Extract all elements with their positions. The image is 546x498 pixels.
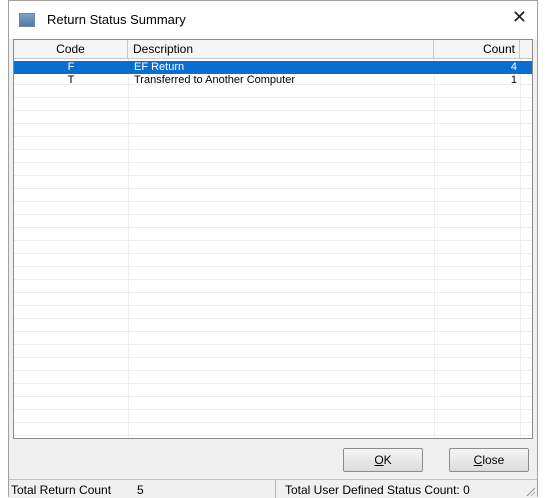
grid-lines xyxy=(14,59,532,438)
column-divider xyxy=(520,59,521,438)
column-header-count[interactable]: Count xyxy=(434,40,520,58)
total-return-count-value: 5 xyxy=(137,483,144,497)
table-row[interactable]: F EF Return 4 xyxy=(14,61,532,74)
column-divider xyxy=(434,59,435,438)
return-status-summary-dialog: Return Status Summary ✕ Code Description… xyxy=(8,0,538,498)
ok-button[interactable]: OK xyxy=(343,448,423,472)
cell-code: T xyxy=(67,74,75,86)
close-icon[interactable]: ✕ xyxy=(512,9,527,27)
title-bar[interactable]: Return Status Summary ✕ xyxy=(9,1,537,39)
column-header-filler xyxy=(520,40,532,58)
column-header-code[interactable]: Code xyxy=(14,40,128,58)
cell-count: 4 xyxy=(510,61,517,73)
column-divider xyxy=(128,59,129,438)
app-window-icon xyxy=(19,13,35,27)
cell-description: Transferred to Another Computer xyxy=(134,74,296,86)
status-panel-user-defined: Total User Defined Status Count: 0 xyxy=(277,480,537,498)
close-label: lose xyxy=(482,453,505,467)
user-defined-status-count: Total User Defined Status Count: 0 xyxy=(285,483,470,497)
status-list[interactable]: Code Description Count F EF Return 4 T T… xyxy=(13,39,533,439)
table-row[interactable]: T Transferred to Another Computer 1 xyxy=(14,74,532,87)
status-bar: Total Return Count 5 Total User Defined … xyxy=(9,479,537,498)
status-panel-return-count: Total Return Count 5 xyxy=(9,480,276,498)
window-title: Return Status Summary xyxy=(47,12,186,27)
close-button[interactable]: Close xyxy=(449,448,529,472)
ok-label: K xyxy=(383,453,392,467)
total-return-count-label: Total Return Count xyxy=(11,483,112,497)
cell-count: 1 xyxy=(510,74,517,86)
column-header-description[interactable]: Description xyxy=(128,40,434,58)
list-header: Code Description Count xyxy=(14,40,532,59)
cell-description: EF Return xyxy=(134,61,185,73)
ok-accelerator: O xyxy=(374,453,384,467)
cell-code: F xyxy=(67,61,75,73)
